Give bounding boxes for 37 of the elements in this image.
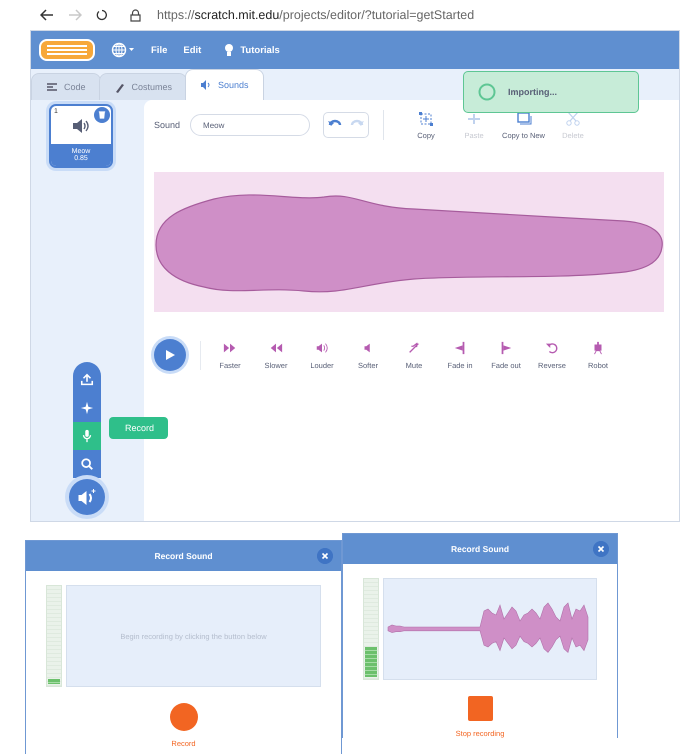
reverse-icon bbox=[545, 340, 559, 354]
lightbulb-icon bbox=[223, 43, 236, 57]
fade-out-icon bbox=[499, 340, 513, 354]
url-text[interactable]: https://scratch.mit.edu/projects/editor/?tutorial=getStarted bbox=[157, 8, 474, 22]
back-arrow-icon[interactable] bbox=[40, 9, 54, 21]
stacked-squares-icon bbox=[516, 110, 532, 126]
record-button[interactable] bbox=[170, 703, 198, 731]
record-icon[interactable] bbox=[73, 422, 101, 450]
field-label: Sound bbox=[154, 120, 180, 130]
menu-item[interactable]: File bbox=[151, 44, 168, 56]
language-menu-icon[interactable] bbox=[111, 42, 135, 58]
speaker-icon bbox=[72, 119, 90, 133]
play-icon bbox=[164, 349, 176, 361]
reload-icon[interactable] bbox=[96, 9, 108, 21]
dialog-title: Record Sound bbox=[154, 551, 213, 561]
code-icon bbox=[46, 81, 58, 93]
dashed-square-icon bbox=[418, 110, 434, 126]
menu-item[interactable]: Edit bbox=[183, 44, 202, 56]
tooltip: Record bbox=[109, 417, 168, 439]
speaker-icon bbox=[200, 79, 212, 91]
trash-icon[interactable] bbox=[94, 107, 110, 123]
editor-tab[interactable]: Sounds bbox=[185, 69, 264, 100]
tutorials-menu[interactable]: Tutorials bbox=[223, 43, 280, 57]
add-sound-button[interactable] bbox=[69, 479, 105, 515]
scissors-icon bbox=[564, 110, 581, 126]
brush-icon bbox=[114, 81, 126, 93]
stop-button[interactable] bbox=[468, 696, 492, 721]
notification-text: Importing... bbox=[508, 87, 557, 97]
louder-icon bbox=[315, 340, 329, 354]
logo-icon[interactable] bbox=[39, 39, 95, 61]
lock-icon bbox=[130, 8, 141, 22]
dialog-title: Record Sound bbox=[450, 544, 510, 554]
sound-name-field[interactable]: Meow bbox=[190, 114, 310, 136]
fade-in-icon bbox=[453, 340, 467, 354]
speaker-plus-icon bbox=[77, 488, 97, 506]
spinner-icon bbox=[478, 83, 496, 101]
play-button[interactable] bbox=[154, 339, 186, 371]
